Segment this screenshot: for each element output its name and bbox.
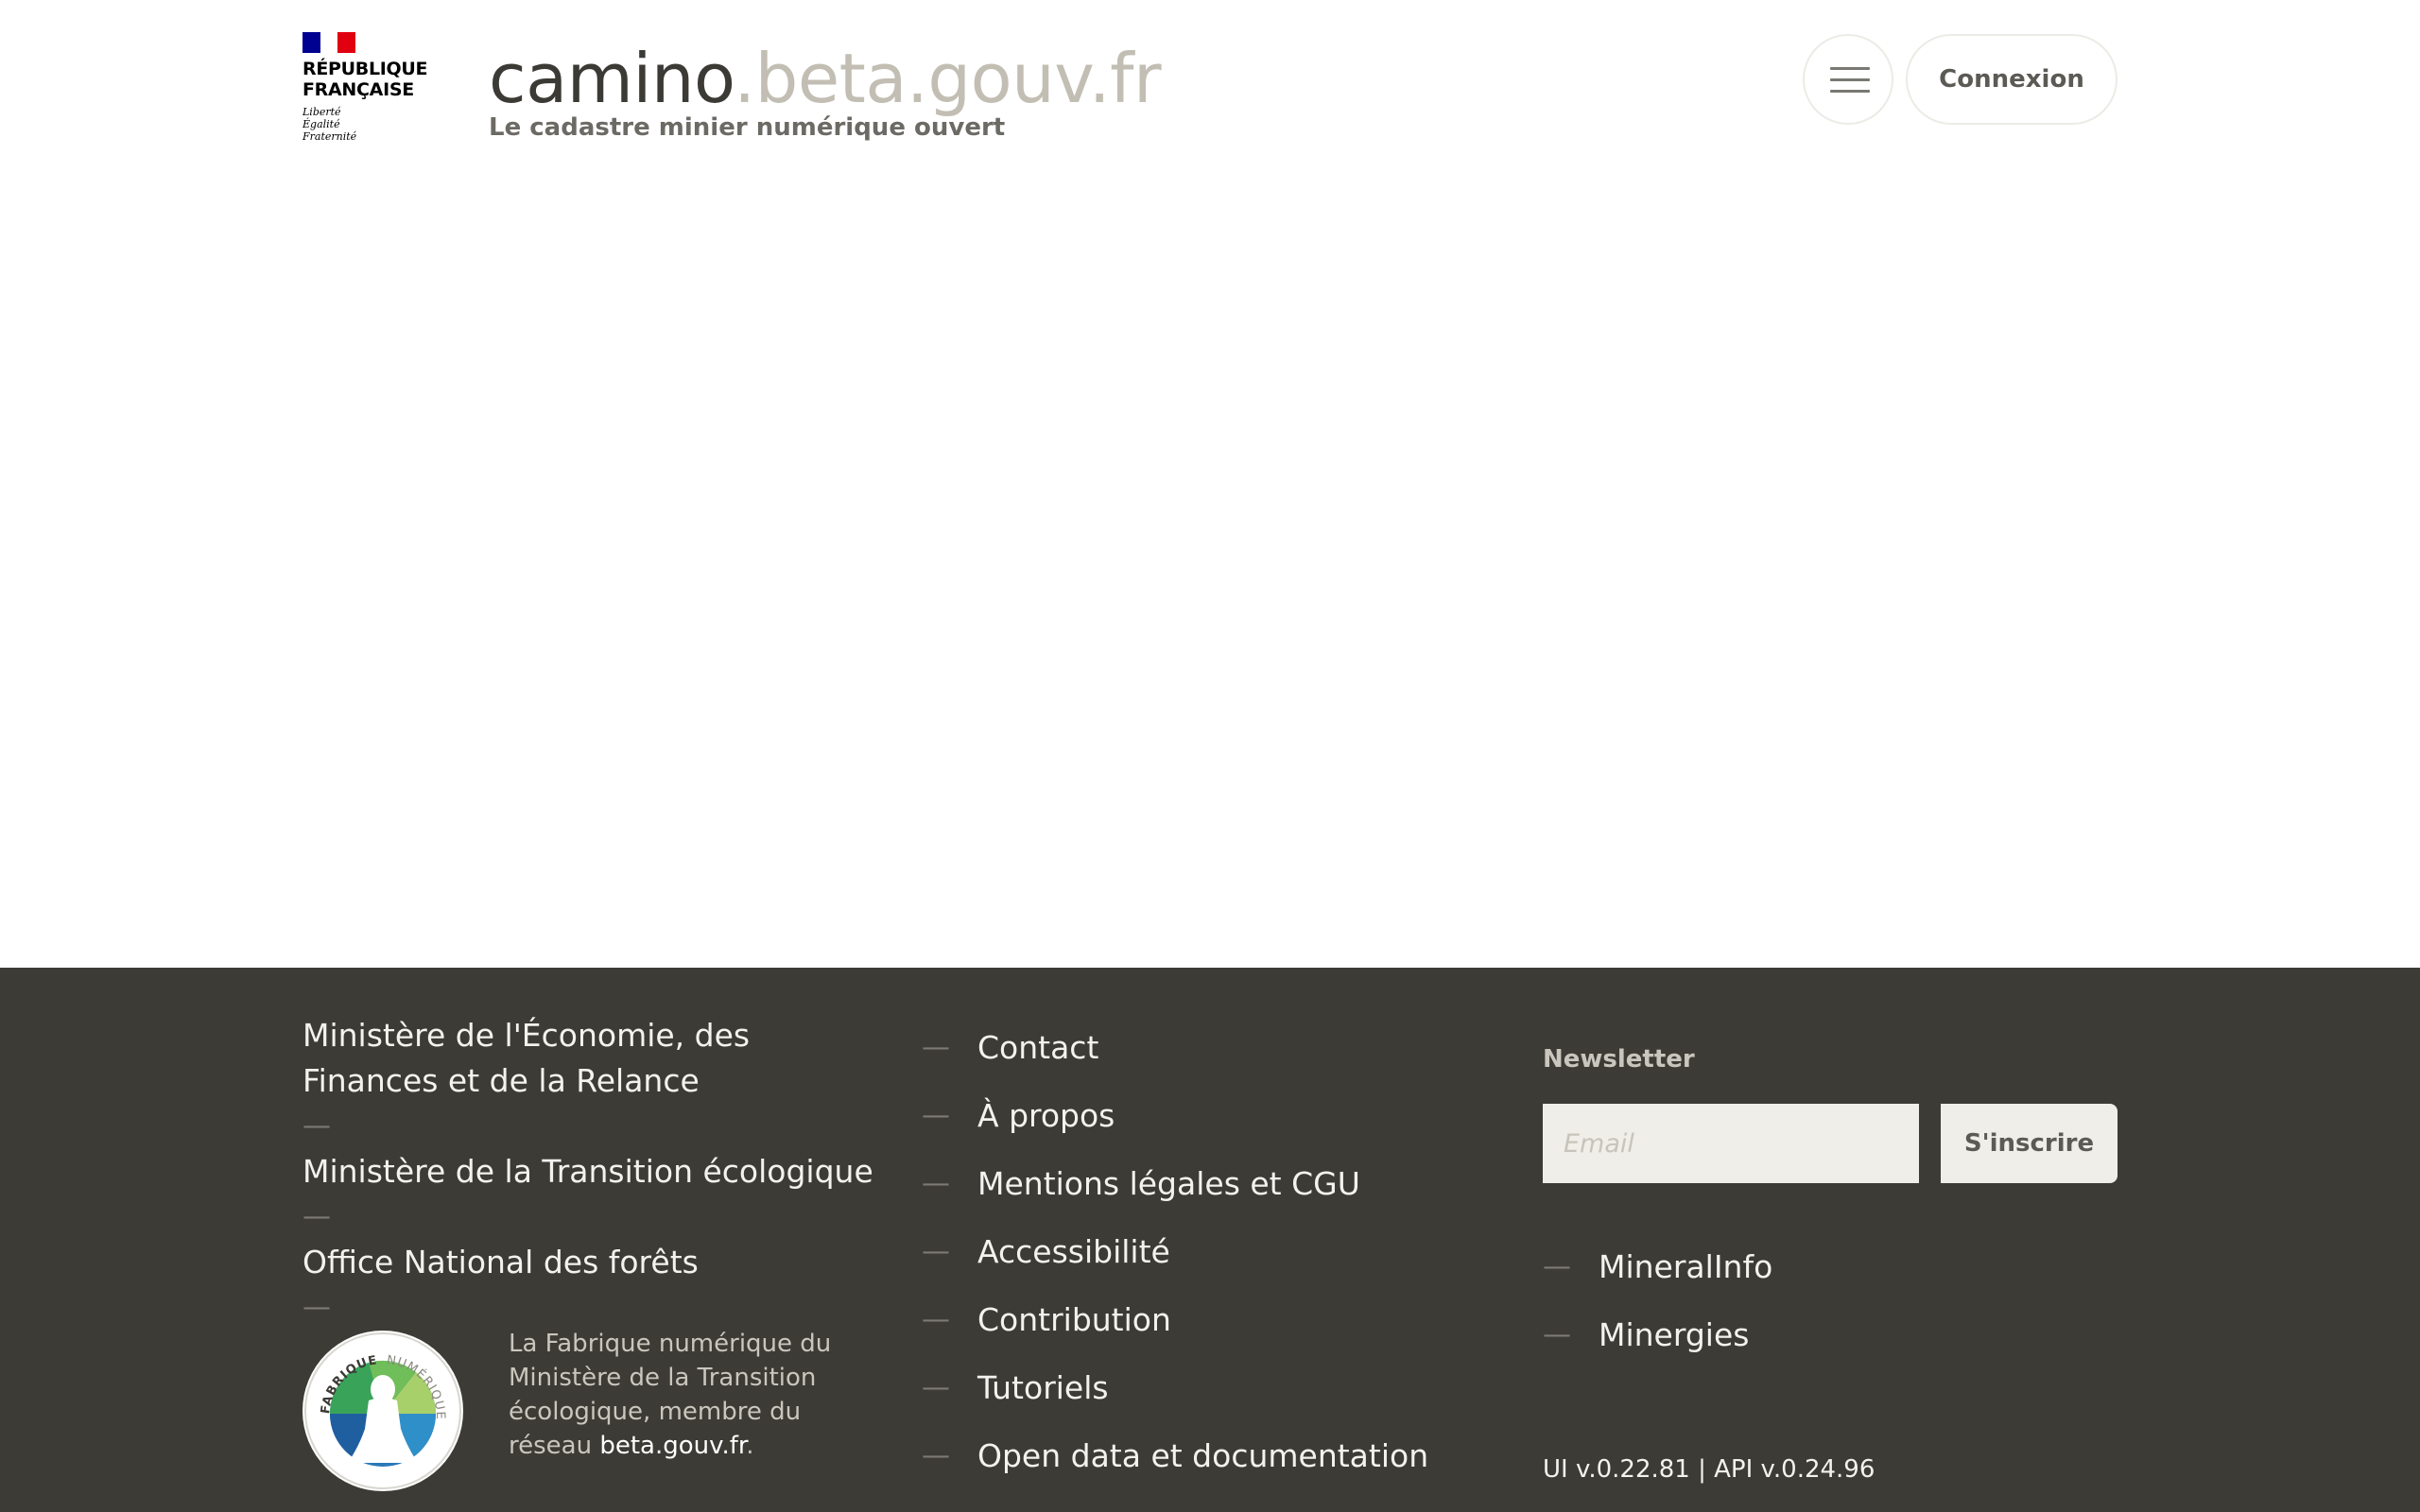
newsletter-email-input[interactable] <box>1543 1104 1919 1183</box>
footer-link-label: À propos <box>977 1096 1115 1134</box>
footer-link-mentions-legales[interactable]: — Mentions légales et CGU <box>922 1149 1536 1217</box>
footer-link-label: Mentions légales et CGU <box>977 1164 1360 1202</box>
dash: — <box>922 1438 950 1472</box>
republique-francaise-logo[interactable]: RÉPUBLIQUE FRANÇAISE Liberté Égalité Fra… <box>302 32 428 143</box>
footer-link-contact[interactable]: — Contact <box>922 1013 1536 1081</box>
menu-button[interactable] <box>1803 34 1893 125</box>
french-flag-icon <box>302 32 356 53</box>
dash: — <box>922 1166 950 1200</box>
ministry-transition-link[interactable]: Ministère de la Transition écologique <box>302 1149 889 1194</box>
login-button[interactable]: Connexion <box>1906 34 2118 125</box>
fabrique-description-end: . <box>746 1432 754 1460</box>
external-link-label: MineralInfo <box>1599 1247 1773 1285</box>
rf-motto: Liberté Égalité Fraternité <box>302 106 425 143</box>
newsletter-title: Newsletter <box>1543 1045 1695 1074</box>
footer-link-label: Accessibilité <box>977 1232 1170 1270</box>
separator: — <box>302 1200 331 1233</box>
footer-link-label: Contribution <box>977 1300 1171 1338</box>
beta-gouv-link[interactable]: beta.gouv.fr <box>599 1432 746 1460</box>
external-link-label: Minergies <box>1599 1315 1750 1353</box>
site-header: RÉPUBLIQUE FRANÇAISE Liberté Égalité Fra… <box>0 0 2420 161</box>
fabrique-numerique-logo[interactable]: FABRIQUE NUMÉRIQUE <box>302 1331 463 1491</box>
footer-link-label: Contact <box>977 1028 1099 1066</box>
dash: — <box>922 1370 950 1404</box>
footer-link-accessibilite[interactable]: — Accessibilité <box>922 1217 1536 1285</box>
external-link-mineralinfo[interactable]: — MineralInfo <box>1543 1232 2118 1300</box>
ministry-economie-link[interactable]: Ministère de l'Économie, des Finances et… <box>302 1013 889 1104</box>
site-title-link[interactable]: camino.beta.gouv.fr <box>489 38 1162 119</box>
dash: — <box>1543 1249 1571 1283</box>
separator: — <box>302 1291 331 1324</box>
separator: — <box>302 1109 331 1143</box>
dash: — <box>922 1098 950 1132</box>
rf-motto-fraternite: Fraternité <box>302 130 357 143</box>
footer-link-open-data[interactable]: — Open data et documentation <box>922 1421 1536 1489</box>
rf-motto-liberte: Liberté <box>302 106 341 118</box>
hamburger-menu-icon <box>1830 67 1870 94</box>
footer-link-a-propos[interactable]: — À propos <box>922 1081 1536 1149</box>
version-info: UI v.0.22.81 | API v.0.24.96 <box>1543 1455 1876 1484</box>
footer-links: — Contact — À propos — Mentions légales et … <box>922 1013 1536 1489</box>
dash: — <box>1543 1317 1571 1351</box>
dash: — <box>922 1234 950 1268</box>
rf-name-line2: FRANÇAISE <box>302 79 414 100</box>
dash: — <box>922 1302 950 1336</box>
external-link-minergies[interactable]: — Minergies <box>1543 1300 2118 1368</box>
ministry-onf-link[interactable]: Office National des forêts <box>302 1240 889 1285</box>
footer-link-label: Open data et documentation <box>977 1436 1429 1474</box>
site-title-domain: .beta.gouv.fr <box>734 39 1162 118</box>
rf-name-line1: RÉPUBLIQUE <box>302 59 428 79</box>
site-title-main: camino <box>489 39 735 118</box>
newsletter-subscribe-button[interactable]: S'inscrire <box>1941 1104 2118 1183</box>
footer-link-contribution[interactable]: — Contribution <box>922 1285 1536 1353</box>
site-subtitle: Le cadastre minier numérique ouvert <box>489 113 1006 142</box>
rf-motto-egalite: Égalité <box>302 118 340 130</box>
fabrique-description: La Fabrique numérique du Ministère de la… <box>509 1327 858 1463</box>
ministries-list: Ministère de l'Économie, des Finances et… <box>302 1013 889 1331</box>
footer-link-label: Tutoriels <box>977 1368 1109 1406</box>
footer-link-tutoriels[interactable]: — Tutoriels <box>922 1353 1536 1421</box>
dash: — <box>922 1030 950 1064</box>
site-footer: Ministère de l'Économie, des Finances et… <box>0 968 2420 1512</box>
external-links: — MineralInfo — Minergies <box>1543 1232 2118 1368</box>
